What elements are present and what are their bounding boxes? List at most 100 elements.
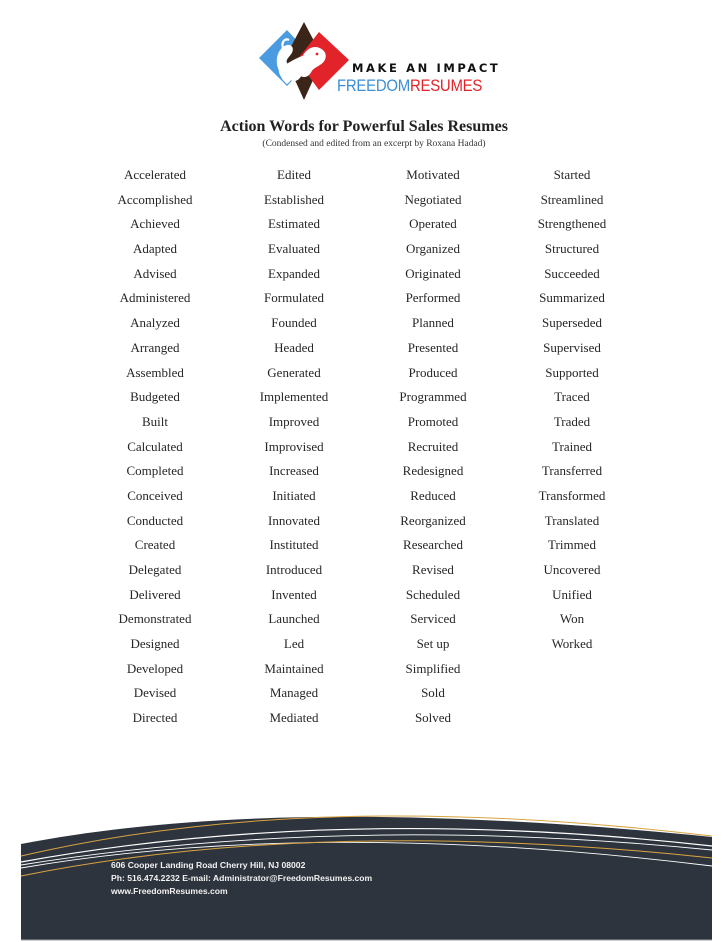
action-word: Generated [267, 364, 321, 380]
action-word: Motivated [406, 167, 460, 182]
action-word: Adapted [132, 241, 178, 257]
action-word: Led [283, 636, 305, 652]
document-title: Action Words for Powerful Sales Resumes [220, 118, 508, 135]
action-word: Conceived [127, 487, 183, 503]
action-word: Improvised [264, 438, 324, 454]
action-word: Headed [274, 339, 314, 355]
action-word: Managed [269, 685, 319, 701]
action-word: Reorganized [400, 512, 466, 528]
action-word: Administered [119, 290, 191, 306]
action-word: Traced [554, 389, 590, 405]
action-word: Presented [407, 339, 459, 355]
action-word: Scheduled [405, 586, 461, 602]
action-word: Formulated [264, 290, 324, 306]
action-word: Completed [126, 463, 184, 479]
action-word: Designed [130, 636, 180, 652]
action-word: Produced [408, 364, 458, 380]
action-word: Won [559, 611, 585, 627]
action-word: Revised [412, 562, 454, 577]
action-word: Trimmed [548, 537, 596, 553]
footer-address: 606 Cooper Landing Road Cherry Hill, NJ … [111, 860, 306, 870]
action-word: Edited [277, 167, 311, 182]
action-word: Recruited [407, 438, 459, 454]
action-word: Supported [545, 364, 599, 380]
action-word: Analyzed [130, 315, 180, 331]
action-word: Created [134, 537, 176, 553]
action-word: Conducted [126, 512, 184, 528]
action-word: Set up [416, 636, 450, 652]
action-word: Evaluated [268, 241, 320, 257]
action-word: Assembled [126, 364, 184, 380]
document-subtitle: (Condensed and edited from an excerpt by… [262, 139, 486, 149]
action-word: Established [264, 191, 324, 207]
action-word: Worked [551, 636, 593, 652]
action-word: Programmed [399, 389, 467, 405]
action-word: Trained [552, 438, 592, 454]
action-word: Calculated [127, 438, 183, 454]
action-word: Promoted [407, 413, 459, 429]
action-word: Translated [544, 512, 600, 528]
action-word: Operated [409, 216, 457, 232]
action-word: Initiated [272, 487, 316, 503]
action-word: Arranged [130, 339, 180, 355]
action-word: Launched [268, 611, 320, 627]
logo-tagline: MAKE AN IMPACT [352, 61, 501, 75]
action-word: Mediated [269, 710, 319, 726]
action-word: Superseded [542, 315, 602, 331]
logo-brand-name: FREEDOMRESUMES [337, 76, 482, 96]
action-word: Strengthened [537, 216, 607, 232]
logo-brand-part2: RESUMES [409, 76, 483, 95]
logo-brand-part1: FREEDOM [337, 76, 410, 95]
action-word: Advised [133, 265, 177, 281]
action-word: Reduced [410, 487, 456, 503]
action-word: Originated [405, 265, 461, 281]
action-word: Demonstrated [118, 611, 192, 627]
action-word: Transferred [541, 463, 603, 479]
action-word: Invented [271, 586, 317, 602]
action-word: Directed [132, 710, 178, 726]
action-word: Succeeded [544, 265, 600, 281]
action-word: Streamlined [540, 191, 604, 207]
action-word: Unified [552, 586, 592, 602]
action-word: Built [141, 413, 168, 429]
action-word: Founded [271, 315, 317, 331]
action-word: Instituted [269, 537, 319, 553]
action-word: Sold [421, 685, 445, 701]
action-word: Developed [126, 660, 184, 676]
action-word: Supervised [543, 339, 601, 355]
action-word: Increased [269, 463, 319, 479]
action-word: Negotiated [404, 191, 462, 207]
action-word: Researched [403, 537, 463, 553]
action-word: Implemented [259, 389, 329, 405]
action-word: Delegated [128, 562, 182, 577]
action-word: Accomplished [117, 191, 193, 207]
footer: 606 Cooper Landing Road Cherry Hill, NJ … [0, 800, 728, 942]
action-word: Summarized [539, 290, 605, 306]
footer-website[interactable]: www.FreedomResumes.com [111, 885, 372, 898]
action-word: Traded [553, 413, 591, 429]
lion-eye [315, 52, 319, 56]
action-word: Estimated [268, 216, 320, 232]
action-word: Innovated [268, 512, 320, 528]
action-word: Planned [412, 315, 454, 331]
action-word: Performed [405, 290, 461, 306]
footer-contact: Ph: 516.474.2232 E-mail: Administrator@F… [111, 872, 373, 883]
action-word: Transformed [538, 487, 606, 503]
action-word: Expanded [268, 265, 320, 281]
action-word: Achieved [130, 216, 180, 232]
action-word: Devised [133, 685, 177, 701]
word-column-2: Edited Established Estimated Evaluated Expan… [214, 166, 374, 734]
action-word: Delivered [129, 586, 181, 602]
action-word: Budgeted [130, 389, 180, 405]
action-word: Structured [544, 241, 600, 257]
action-word: Accelerated [123, 167, 187, 182]
footer-contact-block: 606 Cooper Landing Road Cherry Hill, NJ … [111, 859, 372, 897]
action-word: Uncovered [543, 562, 601, 577]
action-word: Started [553, 167, 591, 182]
action-word: Serviced [410, 611, 456, 627]
word-column-3: Motivated Negotiated Operated Organized Orig… [353, 166, 513, 734]
freedom-resumes-logo: MAKE AN IMPACT FREEDOMRESUMES [257, 18, 498, 102]
action-word: Redesigned [402, 463, 464, 479]
action-word: Simplified [405, 660, 461, 676]
word-column-4: Started Streamlined Strengthened Structured… [492, 166, 652, 660]
